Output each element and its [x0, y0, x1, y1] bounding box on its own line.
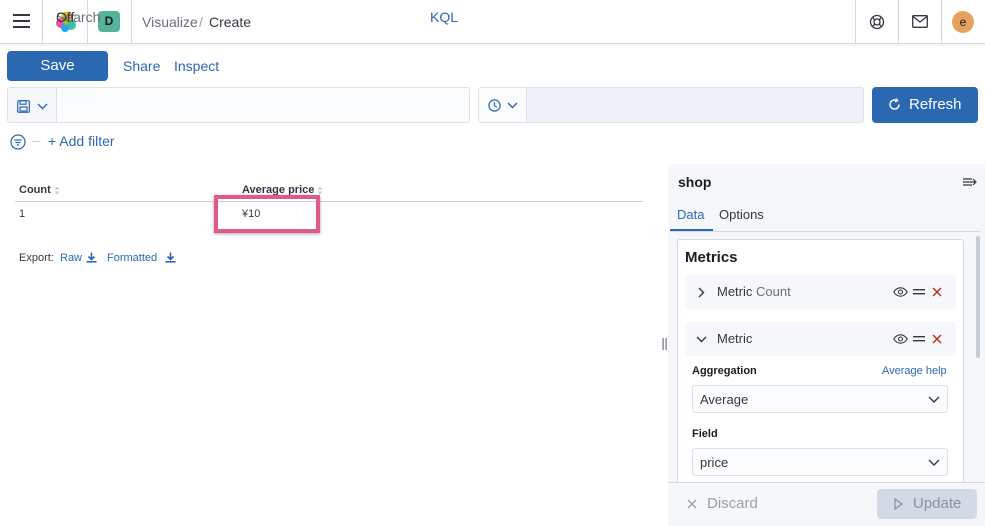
refresh-interval-value[interactable]: Off	[56, 9, 74, 25]
kql-toggle-button[interactable]: KQL	[430, 9, 458, 25]
sort-icon[interactable]	[317, 186, 323, 195]
field-value: price	[700, 455, 729, 470]
refresh-button[interactable]: Refresh	[872, 87, 978, 123]
filter-divider	[32, 141, 40, 142]
saved-query-button[interactable]	[8, 88, 57, 122]
sort-icon[interactable]	[54, 186, 60, 195]
table-cell-count: 1	[19, 208, 26, 220]
field-label: Field	[692, 428, 718, 440]
collapse-sidebar-icon[interactable]	[963, 177, 977, 187]
highlight-box	[214, 195, 320, 233]
tab-options[interactable]: Options	[719, 207, 764, 222]
metrics-heading: Metrics	[685, 249, 738, 266]
metric-label: Metric	[717, 284, 753, 299]
refresh-icon	[888, 98, 901, 111]
chevron-right-icon[interactable]	[698, 287, 705, 298]
chevron-down-icon	[37, 103, 48, 110]
remove-icon[interactable]	[932, 334, 942, 344]
menu-icon[interactable]	[13, 14, 30, 28]
query-input-container	[7, 87, 470, 123]
aggregation-select[interactable]: Average	[692, 385, 948, 413]
drag-handle-icon[interactable]	[913, 289, 925, 295]
share-link[interactable]: Share	[123, 58, 160, 74]
inspect-link[interactable]: Inspect	[174, 58, 219, 74]
drag-handle-icon[interactable]	[913, 336, 925, 342]
metric-detail: Count	[756, 284, 791, 299]
chevron-down-icon[interactable]	[696, 336, 707, 343]
discard-button[interactable]: Discard	[707, 495, 758, 512]
export-formatted-link[interactable]: Formatted	[107, 252, 157, 264]
export-label: Export:	[19, 252, 54, 264]
update-label: Update	[913, 495, 962, 512]
column-header-count[interactable]: Count	[19, 184, 51, 196]
chevron-down-icon	[928, 459, 940, 466]
play-icon	[894, 498, 903, 510]
breadcrumb-visualize[interactable]: Visualize	[142, 14, 198, 30]
filter-options-icon[interactable]	[10, 134, 26, 150]
metric-title: Metric Count	[717, 284, 791, 299]
table-header-divider	[15, 201, 643, 202]
download-icon[interactable]	[86, 252, 97, 263]
help-icon[interactable]	[869, 14, 885, 30]
tabs-divider	[670, 231, 980, 232]
metric-title: Metric	[717, 331, 753, 346]
index-pattern-title: shop	[678, 174, 712, 190]
clock-icon	[488, 99, 501, 112]
field-select[interactable]: price	[692, 448, 948, 476]
save-button[interactable]: Save	[7, 51, 108, 81]
sidebar-scrollbar[interactable]	[976, 236, 980, 358]
remove-icon[interactable]	[932, 287, 942, 297]
chevron-down-icon	[928, 396, 940, 403]
refresh-label: Refresh	[909, 96, 962, 113]
space-badge[interactable]: D	[98, 11, 120, 32]
tab-data[interactable]: Data	[677, 207, 704, 222]
user-avatar[interactable]: e	[952, 11, 974, 33]
time-picker-container	[478, 87, 864, 123]
eye-icon[interactable]	[893, 334, 908, 344]
mail-icon[interactable]	[912, 15, 928, 28]
breadcrumb-separator: /	[199, 14, 203, 30]
export-raw-link[interactable]: Raw	[60, 252, 82, 264]
aggregation-help-link[interactable]: Average help	[882, 365, 947, 377]
chevron-down-icon	[507, 102, 518, 109]
aggregation-value: Average	[700, 392, 749, 407]
save-icon	[17, 100, 30, 113]
metric-row-count[interactable]: Metric Count	[686, 275, 956, 309]
close-icon	[687, 499, 697, 509]
aggregation-label: Aggregation	[692, 365, 757, 377]
eye-icon[interactable]	[893, 287, 908, 297]
metric-row-average[interactable]: Metric	[686, 322, 956, 356]
breadcrumb-create: Create	[209, 14, 252, 30]
app-header: D Visualize / Create e	[0, 0, 985, 44]
update-button[interactable]: Update	[877, 489, 977, 519]
quick-menu-button[interactable]	[479, 88, 527, 122]
download-icon[interactable]	[165, 252, 176, 263]
visualization-area	[0, 164, 660, 526]
add-filter-button[interactable]: + Add filter	[48, 133, 115, 149]
